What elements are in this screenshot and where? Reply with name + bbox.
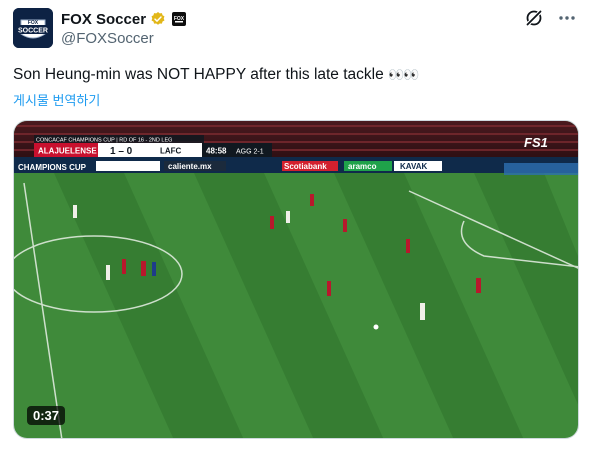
tweet-body: Son Heung-min was NOT HAPPY after this l… (13, 66, 384, 83)
referee (152, 262, 156, 276)
svg-text:SOCCER: SOCCER (18, 28, 48, 35)
more-options-icon[interactable] (558, 8, 576, 28)
eyes-emoji: 👀👀 (388, 67, 419, 82)
ad-text: Scotiabank (284, 162, 327, 171)
video-player[interactable]: CHAMPIONS CUP caliente.mx Scotiabank ara… (13, 120, 579, 439)
affiliate-badge-icon[interactable]: FOX (172, 12, 187, 26)
avatar[interactable]: SOCCER FOX (13, 8, 53, 48)
video-frame: CHAMPIONS CUP caliente.mx Scotiabank ara… (14, 121, 578, 438)
tweet-text: Son Heung-min was NOT HAPPY after this l… (13, 66, 419, 84)
ball (373, 324, 379, 330)
display-name[interactable]: FOX Soccer (61, 11, 146, 28)
svg-text:FOX: FOX (28, 20, 39, 26)
fox-soccer-logo-icon: SOCCER FOX (13, 8, 53, 48)
grok-icon[interactable] (524, 8, 544, 28)
broadcaster-logo: FS1 (524, 135, 548, 150)
translate-post-link[interactable]: 게시물 번역하기 (13, 90, 100, 109)
ad-text: aramco (348, 162, 377, 171)
score: 1 – 0 (110, 146, 133, 157)
ad-text: caliente.mx (168, 162, 212, 171)
video-duration: 0:37 (27, 406, 66, 425)
verified-badge-icon (151, 12, 165, 25)
away-team: LAFC (160, 147, 182, 156)
ad-text: KAVAK (400, 162, 427, 171)
competition-label: CONCACAF CHAMPIONS CUP | RD OF 16 - 2ND … (36, 138, 172, 144)
match-clock: 48:58 (206, 147, 227, 156)
tweet-header: SOCCER FOX FOX Soccer FOX @FOXSoccer (13, 8, 576, 50)
aggregate-score: AGG 2-1 (236, 149, 264, 156)
ad-text: CHAMPIONS CUP (18, 163, 87, 172)
user-handle[interactable]: @FOXSoccer (61, 30, 186, 47)
home-team: ALAJUELENSE (38, 147, 97, 156)
